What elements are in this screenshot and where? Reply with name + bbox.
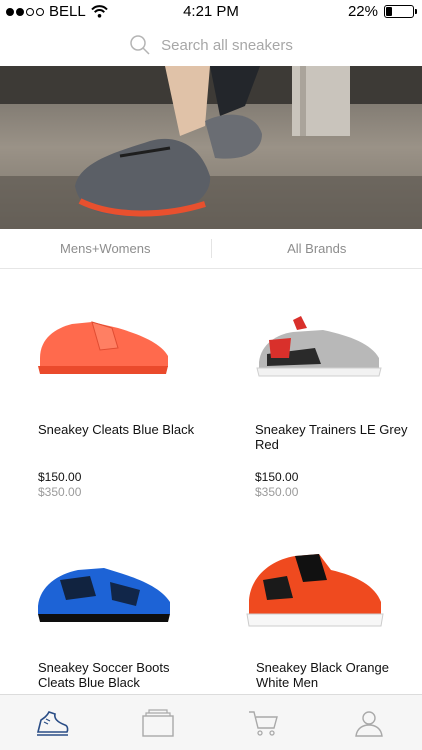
product-image <box>38 568 170 622</box>
product-image <box>256 316 382 377</box>
product-grid: Sneakey Cleats Blue Black $150.00 $350.0… <box>0 270 422 696</box>
tab-bar <box>0 694 422 750</box>
product-card[interactable]: Sneakey Black Orange White Men <box>211 510 422 696</box>
filter-gender[interactable]: Mens+Womens <box>0 229 211 268</box>
battery-group: 22% <box>347 3 417 20</box>
product-name: Sneakey Trainers LE Grey Red <box>255 422 408 452</box>
battery-fill <box>386 7 393 16</box>
product-image <box>38 321 168 374</box>
user-icon <box>355 710 384 737</box>
battery-icon <box>384 5 417 18</box>
hero-banner[interactable] <box>0 66 422 229</box>
filter-brand[interactable]: All Brands <box>212 229 422 268</box>
cart-icon <box>248 710 278 736</box>
filter-bar: Mens+Womens All Brands <box>0 229 422 269</box>
tab-cart[interactable] <box>211 695 317 750</box>
tab-profile[interactable] <box>317 695 422 750</box>
product-card[interactable]: Sneakey Soccer Boots Cleats Blue Black <box>0 510 211 696</box>
product-price: $150.00 <box>255 470 299 484</box>
cards-icon <box>142 708 174 737</box>
status-bar: BELL 4:21 PM 22% <box>0 0 422 24</box>
product-card[interactable]: Sneakey Cleats Blue Black $150.00 $350.0… <box>0 270 211 510</box>
search-input[interactable]: Search all sneakers <box>161 37 293 54</box>
product-old-price: $350.00 <box>38 485 82 499</box>
tab-collections[interactable] <box>106 695 212 750</box>
battery-percent: 22% <box>347 3 378 20</box>
sneaker-icon <box>36 710 69 736</box>
product-card[interactable]: Sneakey Trainers LE Grey Red $150.00 $35… <box>211 270 422 510</box>
product-old-price: $350.00 <box>255 485 299 499</box>
product-name: Sneakey Black Orange White Men <box>256 660 389 690</box>
product-price: $150.00 <box>38 470 82 484</box>
tab-sneakers[interactable] <box>0 695 106 750</box>
hero-image <box>0 66 422 229</box>
search-icon <box>130 35 150 55</box>
product-image <box>246 554 384 627</box>
product-name: Sneakey Soccer Boots Cleats Blue Black <box>38 660 170 690</box>
product-name: Sneakey Cleats Blue Black <box>38 422 195 437</box>
search-bar[interactable]: Search all sneakers <box>0 24 422 66</box>
